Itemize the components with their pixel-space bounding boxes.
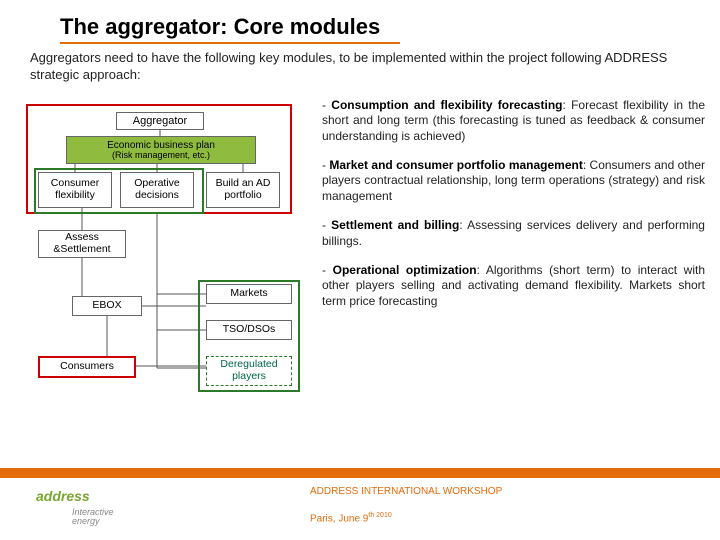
bullet-market: - Market and consumer portfolio manageme… xyxy=(322,158,705,204)
intro-text: Aggregators need to have the following k… xyxy=(30,50,696,84)
aggregator-label: Aggregator xyxy=(116,112,204,130)
footer: address Interactiveenergy ADDRESS INTERN… xyxy=(0,468,720,540)
brand-tagline: Interactiveenergy xyxy=(72,508,114,527)
economic-plan-box: Economic business plan (Risk management,… xyxy=(66,136,256,164)
content-row: Aggregator Economic business plan (Risk … xyxy=(20,98,705,418)
bullet-settlement: - Settlement and billing: Assessing serv… xyxy=(322,218,705,249)
workshop-title: ADDRESS INTERNATIONAL WORKSHOP xyxy=(310,486,502,497)
footer-bar xyxy=(0,468,720,478)
ebox-box: EBOX xyxy=(72,296,142,316)
slide-title: The aggregator: Core modules xyxy=(60,14,400,44)
build-ad-portfolio-box: Build an AD portfolio xyxy=(206,172,280,208)
consumers-box: Consumers xyxy=(38,356,136,378)
assess-settlement-box: Assess &Settlement xyxy=(38,230,126,258)
tso-dsos-box: TSO/DSOs xyxy=(206,320,292,340)
bullet-operational: - Operational optimization: Algorithms (… xyxy=(322,263,705,309)
bullet-consumption: - Consumption and flexibility forecastin… xyxy=(322,98,705,144)
deregulated-players-box: Deregulated players xyxy=(206,356,292,386)
economic-text: Economic business plan xyxy=(107,140,215,151)
brand-logo: address xyxy=(36,488,90,504)
slide: { "title": "The aggregator: Core modules… xyxy=(0,0,720,540)
workshop-location: Paris, June 9th 2010 xyxy=(310,512,392,524)
bullet-list: - Consumption and flexibility forecastin… xyxy=(322,98,705,418)
markets-box: Markets xyxy=(206,284,292,304)
economic-sub: (Risk management, etc.) xyxy=(112,151,210,161)
consumer-flexibility-box: Consumer flexibility xyxy=(38,172,112,208)
operative-decisions-box: Operative decisions xyxy=(120,172,194,208)
aggregator-diagram: Aggregator Economic business plan (Risk … xyxy=(20,98,310,418)
